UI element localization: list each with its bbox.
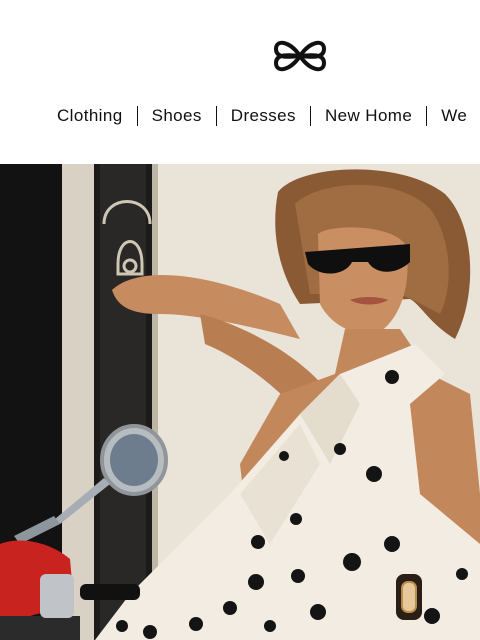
main-nav: Clothing Shoes Dresses New Home We — [57, 106, 467, 126]
hero-photo-icon — [0, 164, 480, 640]
nav-item-shoes[interactable]: Shoes — [152, 106, 202, 126]
hero-banner[interactable] — [0, 164, 480, 640]
nav-divider — [426, 106, 428, 126]
nav-item-clothing[interactable]: Clothing — [57, 106, 123, 126]
nav-divider — [136, 106, 138, 126]
nav-item-we[interactable]: We — [441, 106, 467, 126]
site-header: Clothing Shoes Dresses New Home We — [0, 0, 480, 164]
page: Clothing Shoes Dresses New Home We — [0, 0, 480, 640]
nav-divider — [215, 106, 217, 126]
nav-item-new-home[interactable]: New Home — [325, 106, 412, 126]
nav-item-dresses[interactable]: Dresses — [231, 106, 296, 126]
brand-logo-icon[interactable] — [272, 33, 328, 79]
nav-divider — [309, 106, 311, 126]
